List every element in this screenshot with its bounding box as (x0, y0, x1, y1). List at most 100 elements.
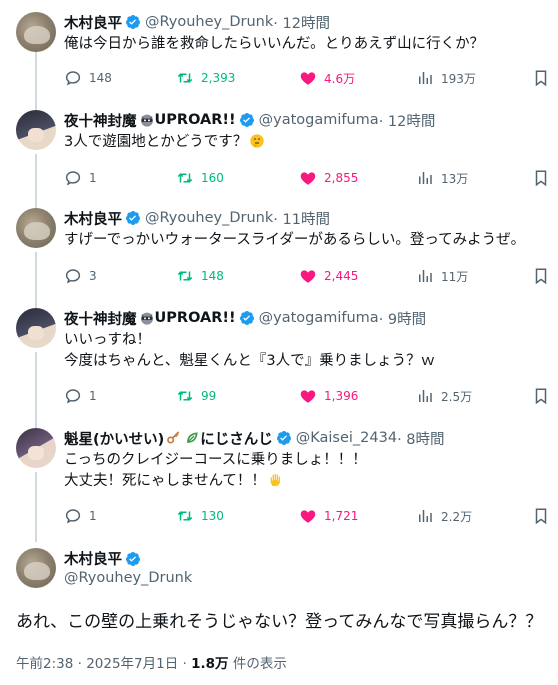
timestamp[interactable]: · 9時間 (379, 308, 426, 329)
views-button[interactable]: 2.5万 (416, 386, 472, 406)
tweet-header: 木村良平 @Ryouhey_Drunk · 12時間 (64, 12, 330, 32)
reply-count: 3 (89, 269, 97, 283)
handle[interactable]: @Kaisei_2434 (296, 430, 397, 446)
bookmark-icon (535, 70, 547, 87)
key-emoji-icon (167, 431, 180, 444)
tweet[interactable]: 魁星(かいせい) にじさんじ @Kaisei_2434 · 8時間 こっちのクレ… (0, 428, 558, 538)
retweet-icon (177, 271, 193, 281)
like-button[interactable]: 1,396 (299, 386, 358, 406)
like-count: 2,445 (324, 269, 359, 283)
handle[interactable]: @Ryouhey_Drunk (145, 210, 273, 226)
retweet-count: 130 (201, 509, 224, 523)
bookmark-icon (535, 170, 547, 187)
views-icon (419, 510, 432, 522)
like-count: 1,396 (324, 389, 359, 403)
retweet-button[interactable]: 160 (176, 168, 224, 188)
views-count: 13万 (441, 171, 469, 186)
retweet-icon (177, 511, 193, 521)
display-name-suffix[interactable]: UPROAR!! (155, 310, 236, 326)
tweet-text: 俺は今日から誰を救命したらいいんだ。とりあえず山に行くか？ (64, 34, 484, 55)
views-icon (419, 72, 432, 84)
display-name[interactable]: 夜十神封魔 (64, 308, 137, 329)
avatar[interactable] (16, 208, 56, 248)
action-bar: 148 2,393 4.6万 193万 (64, 68, 550, 88)
avatar[interactable] (16, 428, 56, 468)
like-button[interactable]: 1,721 (299, 506, 358, 526)
reply-button[interactable]: 3 (64, 266, 97, 286)
like-button[interactable]: 2,445 (299, 266, 358, 286)
handle[interactable]: @yatogamifuma (259, 112, 379, 128)
tweet[interactable]: 夜十神封魔 UPROAR!! @yatogamifuma · 9時間 いいっすね… (0, 308, 558, 418)
retweet-button[interactable]: 130 (176, 506, 224, 526)
retweet-count: 2,393 (201, 71, 236, 85)
retweet-icon (177, 73, 193, 83)
retweet-button[interactable]: 2,393 (176, 68, 235, 88)
handle[interactable]: @yatogamifuma (259, 310, 379, 326)
verified-badge-icon (125, 15, 140, 29)
timestamp[interactable]: · 12時間 (273, 12, 330, 33)
retweet-button[interactable]: 148 (176, 266, 224, 286)
like-count: 1,721 (324, 509, 359, 523)
timestamp[interactable]: · 11時間 (273, 208, 330, 229)
display-name[interactable]: 夜十神封魔 (64, 110, 137, 131)
reply-count: 1 (89, 509, 97, 523)
tweet-text-line: 今度はちゃんと、魁星くんと『3人で』乗りましょう？ｗ (64, 353, 436, 369)
handle[interactable]: @Ryouhey_Drunk (145, 14, 273, 30)
thinking-face-emoji-icon (250, 134, 264, 148)
bookmark-button[interactable] (532, 506, 557, 526)
display-name-suffix[interactable]: UPROAR!! (155, 112, 236, 128)
verified-badge-icon (239, 311, 254, 325)
raised-hand-emoji-icon (270, 474, 280, 486)
tweet-header: 木村良平 @Ryouhey_Drunk · 11時間 (64, 208, 330, 228)
action-bar: 1 99 1,396 2.5万 (64, 386, 550, 406)
reply-button[interactable]: 148 (64, 68, 112, 88)
reply-icon (65, 509, 81, 524)
display-name[interactable]: 木村良平 (64, 12, 122, 33)
display-name[interactable]: 木村良平 (64, 548, 122, 569)
heart-icon (300, 510, 316, 523)
views-button[interactable]: 11万 (416, 266, 468, 286)
tweet-header: 夜十神封魔 UPROAR!! @yatogamifuma · 12時間 (64, 110, 435, 130)
tweet[interactable]: 夜十神封魔 UPROAR!! @yatogamifuma · 12時間 3人で遊… (0, 110, 558, 196)
bookmark-button[interactable] (532, 68, 557, 88)
like-button[interactable]: 4.6万 (299, 68, 355, 88)
timestamp[interactable]: · 12時間 (379, 110, 436, 131)
reply-button[interactable]: 1 (64, 506, 97, 526)
views-button[interactable]: 13万 (416, 168, 468, 188)
views-button[interactable]: 193万 (416, 68, 476, 88)
avatar[interactable] (16, 548, 56, 588)
main-tweet-text: あれ、この壁の上乗れそうじゃない？登ってみんなで写真撮らん？？ (16, 612, 543, 632)
main-tweet[interactable]: 木村良平 @Ryouhey_Drunk あれ、この壁の上乗れそうじゃない？登って… (0, 548, 558, 678)
display-name-suffix[interactable]: にじさんじ (200, 428, 273, 449)
bookmark-button[interactable] (532, 168, 557, 188)
timestamp[interactable]: · 8時間 (397, 428, 444, 449)
avatar[interactable] (16, 308, 56, 348)
views-label: 件の表示 (228, 656, 287, 672)
raccoon-emoji-icon (140, 312, 153, 325)
retweet-icon (177, 391, 193, 401)
bookmark-icon (535, 268, 547, 285)
verified-badge-icon (125, 551, 140, 566)
action-bar: 3 148 2,445 11万 (64, 266, 550, 286)
display-name[interactable]: 魁星(かいせい) (64, 428, 164, 449)
action-bar: 1 130 1,721 2.2万 (64, 506, 550, 526)
reply-button[interactable]: 1 (64, 386, 97, 406)
bookmark-button[interactable] (532, 266, 557, 286)
retweet-count: 148 (201, 269, 224, 283)
retweet-button[interactable]: 99 (176, 386, 216, 406)
avatar[interactable] (16, 12, 56, 52)
display-name[interactable]: 木村良平 (64, 208, 122, 229)
tweet[interactable]: 木村良平 @Ryouhey_Drunk · 12時間 俺は今日から誰を救命したら… (0, 12, 558, 98)
tweet[interactable]: 木村良平 @Ryouhey_Drunk · 11時間 すげーでっかいウォータース… (0, 208, 558, 294)
like-button[interactable]: 2,855 (299, 168, 358, 188)
avatar[interactable] (16, 110, 56, 150)
bookmark-button[interactable] (532, 386, 557, 406)
timestamp[interactable]: 午前2:38 · 2025年7月1日 · (16, 656, 191, 672)
views-count: 193万 (441, 71, 476, 86)
reply-button[interactable]: 1 (64, 168, 97, 188)
heart-icon (300, 72, 316, 85)
reply-count: 1 (89, 171, 97, 185)
tweet-text-line: こっちのクレイジーコースに乗りましょ！！！ (64, 452, 367, 468)
views-button[interactable]: 2.2万 (416, 506, 472, 526)
handle[interactable]: @Ryouhey_Drunk (64, 570, 192, 586)
